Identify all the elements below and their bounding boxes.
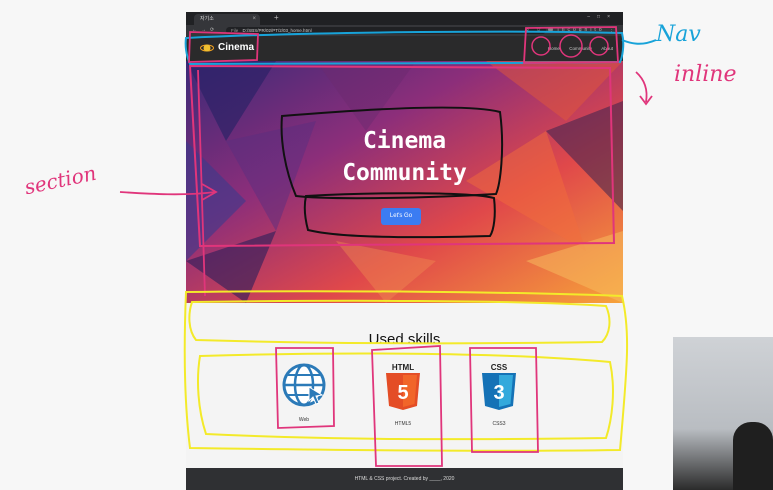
annotation-nav: Nav [656,22,701,47]
profile-avatar[interactable] [547,27,553,33]
svg-text:CSS: CSS [491,363,508,372]
svg-text:HTML: HTML [392,363,414,372]
webcam-overlay [673,337,773,490]
url-scheme: File [231,28,239,33]
brand-name[interactable]: Cinema [218,42,254,53]
nav-link-home[interactable]: Home [548,46,560,51]
hero-title-line-1: Cinema [362,128,447,154]
toolbar-actions[interactable]: ⌕ ☆ Incognito ⋮ [526,25,617,36]
tab-title: 자기소 [200,16,214,22]
nav-link-community[interactable]: Community [569,46,592,51]
lets-go-button[interactable]: Let's Go [381,208,421,225]
tab-strip: 자기소 × + –□× [186,12,623,25]
annotation-inline: inline [674,62,737,87]
skill-web: Web [280,363,328,423]
url-field[interactable]: File D:/SBS/PR/02/PT/2/03_home.html [226,27,546,34]
hero-title: Cinema Community [186,125,623,189]
logo-icon [200,44,214,52]
nav-link-about[interactable]: About [601,46,613,51]
html5-icon: HTML 5 [386,363,420,410]
svg-text:5: 5 [397,382,408,404]
hero-section: Cinema Community Let's Go [186,61,623,303]
css3-icon: CSS 3 [482,363,516,410]
globe-icon [282,363,326,407]
presenter-silhouette [733,422,773,490]
new-tab-icon[interactable]: + [274,13,279,22]
window-controls[interactable]: –□× [587,14,617,20]
svg-text:3: 3 [493,382,504,404]
url-text: D:/SBS/PR/02/PT/2/03_home.html [242,28,312,33]
skill-html5: HTML 5 HTML5 [379,363,427,427]
skill-css3-label: CSS3 [492,421,506,427]
footer: HTML & CSS project. Created by ____, 202… [186,468,623,490]
profile-label: Incognito [557,27,605,33]
skill-css3: CSS 3 CSS3 [475,363,523,427]
skill-html5-label: HTML5 [394,421,412,427]
site-nav: Cinema Home Community About [186,36,623,61]
browser-window: 자기소 × + –□× ←→⟳ File D:/SBS/PR/02/PT/2/0… [186,12,623,490]
skills-title: Used skills [368,331,441,348]
annotation-section: section [22,160,99,200]
address-bar: ←→⟳ File D:/SBS/PR/02/PT/2/03_home.html … [186,25,623,36]
nav-links: Home Community About [540,46,613,51]
search-icon[interactable]: ⌕ [526,27,532,33]
hero-title-line-2: Community [342,160,467,186]
browser-tab[interactable]: 자기소 × [194,14,260,25]
close-tab-icon[interactable]: × [252,14,256,25]
skill-web-label: Web [298,417,310,423]
star-icon[interactable]: ☆ [536,27,543,33]
skills-section: Used skills Web HTML 5 HTML5 CSS 3 CSS3 [186,303,623,468]
back-forward-reload-icons[interactable]: ←→⟳ [192,25,218,36]
menu-icon[interactable]: ⋮ [609,27,617,33]
